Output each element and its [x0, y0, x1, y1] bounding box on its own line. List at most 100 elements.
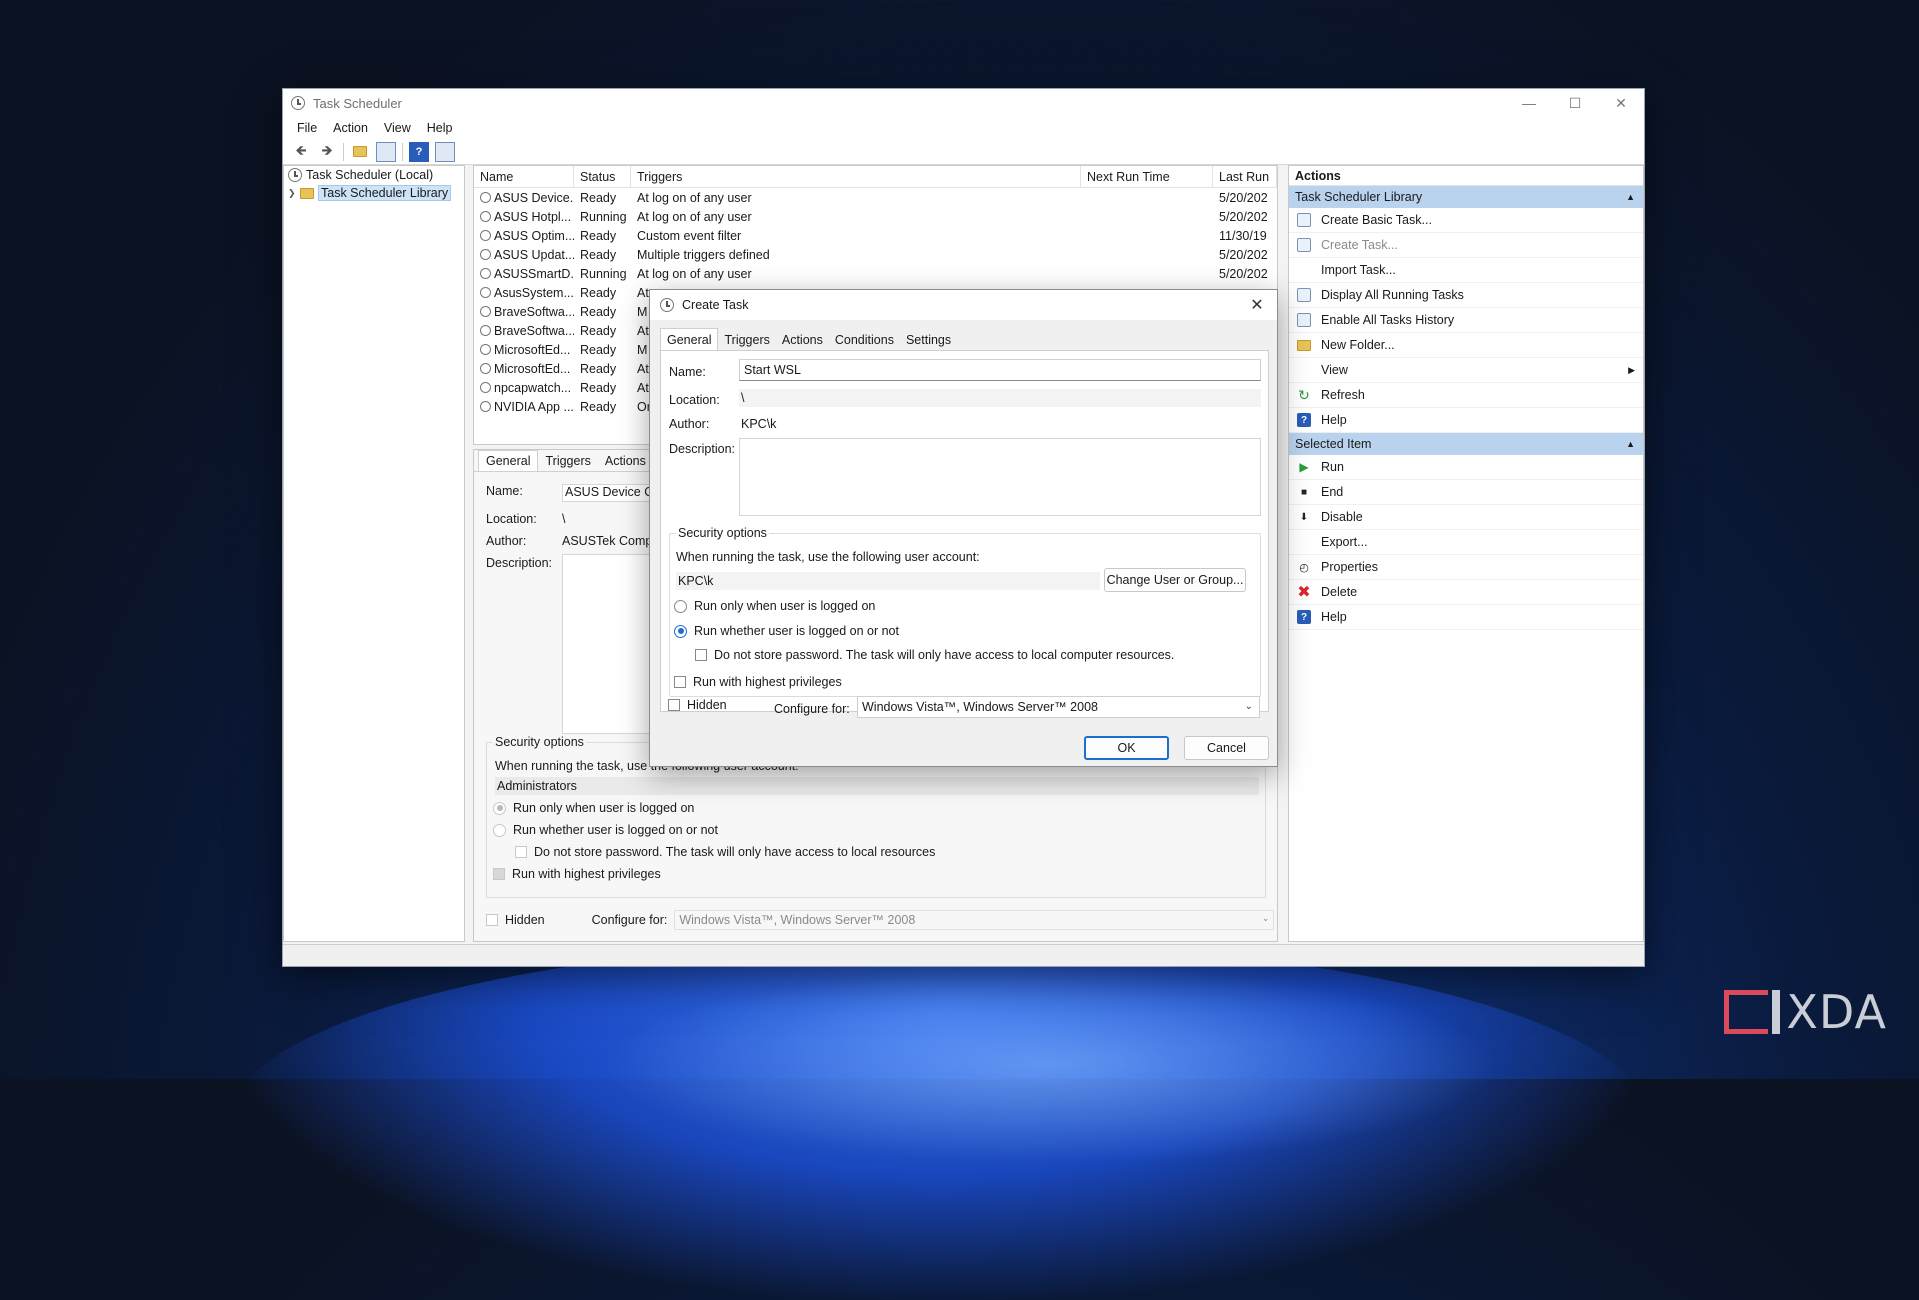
action-item[interactable]: Create Task... [1289, 233, 1643, 258]
action-item[interactable]: ↻ Refresh [1289, 383, 1643, 408]
table-cell: Ready [580, 323, 617, 338]
dialog-tab-general[interactable]: General [660, 328, 719, 351]
detail-location-label: Location: [486, 512, 537, 526]
up-folder-icon[interactable] [350, 142, 370, 162]
dialog-radio-logged-on[interactable]: Run only when user is logged on [674, 599, 875, 613]
show-hide-console-tree-icon[interactable] [376, 141, 396, 162]
minimize-icon[interactable]: — [1506, 89, 1552, 117]
dialog-tab-actions[interactable]: Actions [776, 329, 829, 351]
collapse-icon[interactable]: ▲ [1626, 433, 1635, 455]
dialog-location-label: Location: [669, 393, 720, 407]
action-item[interactable]: ◴ Properties [1289, 555, 1643, 580]
detail-tab-actions[interactable]: Actions [598, 451, 653, 471]
action-item[interactable]: Enable All Tasks History [1289, 308, 1643, 333]
menu-action[interactable]: Action [325, 121, 376, 135]
action-item[interactable]: ⬇ Disable [1289, 505, 1643, 530]
dialog-hidden[interactable]: Hidden [668, 698, 727, 712]
menu-help[interactable]: Help [419, 121, 461, 135]
dialog-security-group: Security options When running the task, … [669, 526, 1261, 697]
change-user-button[interactable]: Change User or Group... [1104, 568, 1246, 592]
detail-radio-whether-button [493, 823, 506, 837]
running-tasks-icon [1297, 288, 1311, 302]
table-row[interactable]: ASUS Hotpl... Running At log on of any use… [474, 207, 1277, 226]
dialog-highest[interactable]: Run with highest privileges [674, 675, 842, 689]
detail-author-row: Author: ASUSTek Compu [486, 534, 658, 548]
task-name-input[interactable]: Start WSL [739, 359, 1261, 381]
collapse-icon[interactable]: ▲ [1626, 186, 1635, 208]
detail-tab-general[interactable]: General [478, 450, 539, 471]
tree-root[interactable]: Task Scheduler (Local) [284, 166, 464, 184]
table-row[interactable]: ASUS Device... Ready At log on of any user… [474, 188, 1277, 207]
tree-library[interactable]: ❯ Task Scheduler Library [284, 184, 464, 202]
action-item-label: Properties [1321, 560, 1378, 574]
back-arrow-icon[interactable]: 🡸 [291, 142, 311, 162]
actions-section-library[interactable]: Task Scheduler Library ▲ [1289, 186, 1643, 208]
task-name: ASUS Device... [494, 190, 574, 205]
column-name[interactable]: Name [474, 166, 574, 188]
action-item[interactable]: ✖ Delete [1289, 580, 1643, 605]
detail-configure-value: Windows Vista™, Windows Server™ 2008 [679, 913, 916, 927]
dialog-highest-checkbox[interactable] [674, 676, 686, 688]
dialog-radio-whether[interactable]: Run whether user is logged on or not [674, 624, 899, 638]
actions-section-selected[interactable]: Selected Item ▲ [1289, 433, 1643, 455]
task-name: ASUS Updat... [494, 247, 574, 262]
toolbar-separator [402, 142, 403, 161]
cancel-button[interactable]: Cancel [1184, 736, 1269, 760]
show-hide-action-pane-icon[interactable] [435, 141, 455, 162]
task-description-input[interactable] [739, 438, 1261, 516]
table-row[interactable]: ASUSSmartD... Running At log on of any use… [474, 264, 1277, 283]
menu-view[interactable]: View [376, 121, 419, 135]
action-item[interactable]: View ▶ [1289, 358, 1643, 383]
help-icon[interactable]: ? [409, 141, 429, 162]
column-triggers[interactable]: Triggers [631, 166, 1081, 188]
dialog-general-panel: Name: Start WSL Location: \ Author: KPC\… [660, 350, 1269, 712]
action-item[interactable]: ? Help [1289, 408, 1643, 433]
table-cell: 5/20/202 [1219, 190, 1268, 205]
wallpaper-glow [600, 965, 1500, 1165]
action-item[interactable]: Create Basic Task... [1289, 208, 1643, 233]
detail-radio-logged-on: Run only when user is logged on [493, 801, 694, 815]
table-cell: ASUSSmartD... [474, 267, 574, 281]
configure-for-select[interactable]: Windows Vista™, Windows Server™ 2008 ⌄ [857, 696, 1260, 718]
chevron-right-icon[interactable]: ❯ [288, 188, 296, 199]
action-item[interactable]: New Folder... [1289, 333, 1643, 358]
table-cell: At log on of any user [637, 209, 752, 224]
detail-account-value: Administrators [495, 777, 1259, 795]
action-item[interactable]: ▶ Run [1289, 455, 1643, 480]
dialog-tab-conditions[interactable]: Conditions [829, 329, 900, 351]
action-item[interactable]: Display All Running Tasks [1289, 283, 1643, 308]
detail-tab-triggers[interactable]: Triggers [538, 451, 597, 471]
dialog-hidden-checkbox[interactable] [668, 699, 680, 711]
task-icon [480, 325, 491, 336]
maximize-icon[interactable]: ☐ [1552, 89, 1598, 117]
dialog-title: Create Task [682, 298, 749, 312]
table-row[interactable]: ASUS Updat... Ready Multiple triggers defi… [474, 245, 1277, 264]
dialog-radio-whether-button[interactable] [674, 624, 687, 638]
dialog-nostore[interactable]: Do not store password. The task will onl… [695, 648, 1174, 662]
action-item[interactable]: ? Help [1289, 605, 1643, 630]
action-item[interactable]: Import Task... [1289, 258, 1643, 283]
table-cell: BraveSoftwa... [474, 324, 574, 338]
action-item[interactable]: Export... [1289, 530, 1643, 555]
task-scheduler-icon [291, 96, 305, 110]
task-icon [480, 268, 491, 279]
tree-root-label: Task Scheduler (Local) [306, 168, 434, 182]
close-icon[interactable]: ✕ [1598, 89, 1644, 117]
dialog-tab-triggers[interactable]: Triggers [718, 329, 775, 351]
table-cell: At log on of any user [637, 190, 752, 205]
action-item[interactable]: ■ End [1289, 480, 1643, 505]
column-last-run[interactable]: Last Run [1213, 166, 1277, 188]
dialog-radio-logged-on-button[interactable] [674, 599, 687, 613]
dialog-close-icon[interactable]: ✕ [1237, 295, 1277, 315]
column-next-run[interactable]: Next Run Time [1081, 166, 1213, 188]
dialog-tab-settings[interactable]: Settings [900, 329, 957, 351]
detail-nostore-checkbox [515, 846, 527, 858]
ok-button[interactable]: OK [1084, 736, 1169, 760]
menu-file[interactable]: File [289, 121, 325, 135]
forward-arrow-icon[interactable]: 🡺 [317, 142, 337, 162]
refresh-icon: ↻ [1298, 386, 1310, 403]
table-cell: ASUS Optim... [474, 229, 574, 243]
table-row[interactable]: ASUS Optim... Ready Custom event filter 11/… [474, 226, 1277, 245]
dialog-nostore-checkbox[interactable] [695, 649, 707, 661]
column-status[interactable]: Status [574, 166, 631, 188]
